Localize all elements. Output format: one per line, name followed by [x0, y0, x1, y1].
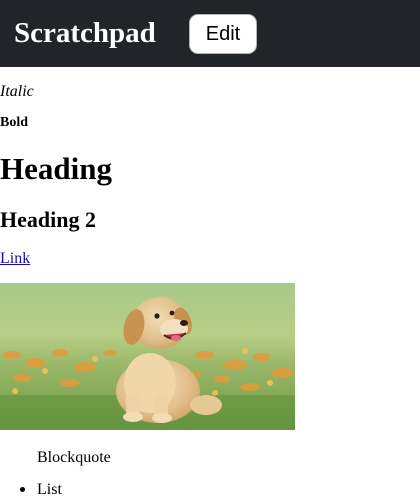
- italic-text: Italic: [0, 83, 34, 100]
- bullet-icon: [20, 487, 25, 492]
- bullet-list: List: [0, 480, 62, 500]
- content-link[interactable]: Link: [0, 249, 30, 269]
- edit-button[interactable]: Edit: [189, 14, 257, 54]
- list-item: List: [0, 480, 62, 500]
- heading-2: Heading 2: [0, 207, 96, 232]
- bold-text: Bold: [0, 115, 29, 130]
- app-title: Scratchpad: [14, 17, 156, 49]
- heading-1: Heading: [0, 151, 112, 186]
- top-bar: Scratchpad Edit: [0, 0, 420, 67]
- blockquote: Blockquote: [37, 449, 111, 466]
- puppy-photo: [0, 283, 295, 430]
- list-item-label: List: [37, 481, 62, 498]
